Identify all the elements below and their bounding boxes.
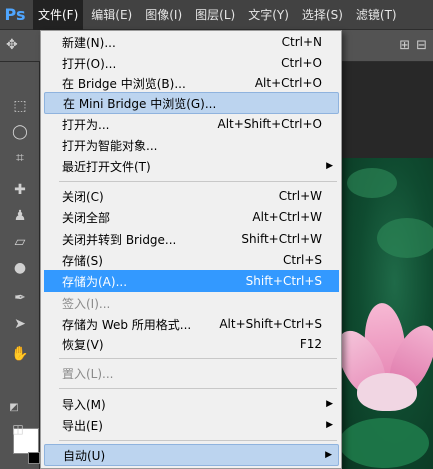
default-colors-icon[interactable]: ◩ <box>4 398 24 418</box>
menu-item-label: 置入(L)... <box>62 366 114 381</box>
eraser-tool-icon[interactable]: ▱ <box>10 232 30 252</box>
menu-separator <box>59 358 337 359</box>
menu-type[interactable]: 文字(Y) <box>243 0 294 30</box>
menu-item-check-in: 签入(I)... <box>44 292 339 314</box>
menu-layer[interactable]: 图层(L) <box>190 0 240 30</box>
submenu-arrow-icon: ▶ <box>326 399 333 409</box>
leaf-texture <box>377 218 433 258</box>
menu-item-place: 置入(L)... <box>44 362 339 384</box>
menu-item-label: 在 Bridge 中浏览(B)... <box>62 76 186 91</box>
menu-item-open-recent[interactable]: 最近打开文件(T) ▶ <box>44 155 339 177</box>
menu-item-shortcut: Ctrl+W <box>278 189 322 203</box>
align-icon[interactable]: ⊞ <box>399 38 410 53</box>
menu-item-save[interactable]: 存储(S) Ctrl+S <box>44 249 339 271</box>
menu-item-label: 存储(S) <box>62 253 103 268</box>
menu-item-label: 导出(E) <box>62 418 103 433</box>
marquee-tool-icon[interactable]: ⬚ <box>10 96 30 116</box>
menu-separator <box>59 440 337 441</box>
background-color-swatch[interactable] <box>28 452 40 464</box>
menu-item-save-as[interactable]: 存储为(A)... Shift+Ctrl+S <box>44 270 339 292</box>
leaf-texture <box>347 168 397 198</box>
menu-item-label: 签入(I)... <box>62 296 111 311</box>
pen-tool-icon[interactable]: ✒ <box>10 288 30 308</box>
menu-item-open[interactable]: 打开(O)... Ctrl+O <box>44 52 339 74</box>
menu-item-label: 打开为智能对象... <box>62 138 158 153</box>
menu-item-label: 导入(M) <box>62 397 106 412</box>
menu-item-label: 恢复(V) <box>62 337 104 352</box>
menu-item-shortcut: Alt+Ctrl+O <box>254 76 322 90</box>
menu-item-open-as[interactable]: 打开为... Alt+Shift+Ctrl+O <box>44 113 339 135</box>
quick-mask-icon[interactable]: ◫ <box>8 419 28 439</box>
menu-item-label: 在 Mini Bridge 中浏览(G)... <box>63 96 217 111</box>
menu-select[interactable]: 选择(S) <box>297 0 348 30</box>
menu-item-label: 存储为(A)... <box>62 274 128 289</box>
tool-bar: ⬚ ◯ ⌗ ✚ ♟ ▱ ● ✒ ➤ ✋ ◩ ◫ <box>0 62 40 469</box>
menu-item-shortcut: Ctrl+N <box>281 35 322 49</box>
menu-item-close-go-bridge[interactable]: 关闭并转到 Bridge... Shift+Ctrl+W <box>44 228 339 250</box>
menu-item-open-as-smart-object[interactable]: 打开为智能对象... <box>44 134 339 156</box>
menu-edit[interactable]: 编辑(E) <box>86 0 137 30</box>
menu-item-shortcut: Ctrl+O <box>281 56 322 70</box>
menu-item-label: 最近打开文件(T) <box>62 159 151 174</box>
menu-item-shortcut: Ctrl+S <box>282 253 322 267</box>
leaf-texture <box>339 418 429 468</box>
menu-item-label: 关闭全部 <box>62 210 111 225</box>
menu-item-label: 打开为... <box>62 117 110 132</box>
menu-file[interactable]: 文件(F) <box>33 0 84 30</box>
menu-item-browse-bridge[interactable]: 在 Bridge 中浏览(B)... Alt+Ctrl+O <box>44 72 339 94</box>
hand-tool-icon[interactable]: ✋ <box>10 344 30 364</box>
menu-item-shortcut: Alt+Ctrl+W <box>252 210 322 224</box>
menu-item-browse-mini-bridge[interactable]: 在 Mini Bridge 中浏览(G)... <box>44 92 339 114</box>
menu-item-close-all[interactable]: 关闭全部 Alt+Ctrl+W <box>44 206 339 228</box>
menu-image[interactable]: 图像(I) <box>140 0 187 30</box>
healing-brush-icon[interactable]: ✚ <box>10 180 30 200</box>
photoshop-logo: Ps <box>4 5 26 24</box>
menu-item-shortcut: Shift+Ctrl+W <box>241 232 322 246</box>
lasso-tool-icon[interactable]: ◯ <box>10 122 30 142</box>
menu-separator <box>59 181 337 182</box>
submenu-arrow-icon: ▶ <box>326 161 333 171</box>
blur-tool-icon[interactable]: ● <box>10 258 30 278</box>
menu-item-label: 新建(N)... <box>62 35 116 50</box>
menu-item-close[interactable]: 关闭(C) Ctrl+W <box>44 185 339 207</box>
menu-item-shortcut: F12 <box>299 337 322 351</box>
options-bar-icons: ⊞ ⊟ <box>399 38 427 53</box>
clone-stamp-icon[interactable]: ♟ <box>10 206 30 226</box>
menu-item-import[interactable]: 导入(M) ▶ <box>44 393 339 415</box>
menu-filter[interactable]: 滤镜(T) <box>351 0 402 30</box>
path-selection-icon[interactable]: ➤ <box>10 314 30 334</box>
menu-item-label: 关闭(C) <box>62 189 104 204</box>
menu-item-shortcut: Alt+Shift+Ctrl+O <box>217 117 322 131</box>
menu-item-label: 打开(O)... <box>62 56 117 71</box>
menu-item-label: 自动(U) <box>63 448 106 463</box>
menu-item-new[interactable]: 新建(N)... Ctrl+N <box>44 31 339 53</box>
lotus-petal <box>357 373 417 411</box>
crop-tool-icon[interactable]: ⌗ <box>10 148 30 168</box>
submenu-arrow-icon: ▶ <box>325 450 332 460</box>
file-menu-dropdown: 新建(N)... Ctrl+N 打开(O)... Ctrl+O 在 Bridge… <box>40 30 342 469</box>
menu-separator <box>59 388 337 389</box>
menu-item-save-for-web[interactable]: 存储为 Web 所用格式... Alt+Shift+Ctrl+S <box>44 313 339 335</box>
menu-item-label: 存储为 Web 所用格式... <box>62 317 192 332</box>
menu-item-shortcut: Alt+Shift+Ctrl+S <box>219 317 322 331</box>
distribute-icon[interactable]: ⊟ <box>416 38 427 53</box>
menu-item-automate[interactable]: 自动(U) ▶ <box>44 444 339 466</box>
menu-item-export[interactable]: 导出(E) ▶ <box>44 414 339 436</box>
current-tool-icon[interactable]: ✥ <box>6 37 24 55</box>
submenu-arrow-icon: ▶ <box>326 420 333 430</box>
canvas-image[interactable] <box>337 158 433 469</box>
menu-item-revert[interactable]: 恢复(V) F12 <box>44 333 339 355</box>
menu-item-label: 关闭并转到 Bridge... <box>62 232 177 247</box>
menu-bar: Ps 文件(F) 编辑(E) 图像(I) 图层(L) 文字(Y) 选择(S) 滤… <box>0 0 433 30</box>
menu-item-shortcut: Shift+Ctrl+S <box>245 274 322 288</box>
